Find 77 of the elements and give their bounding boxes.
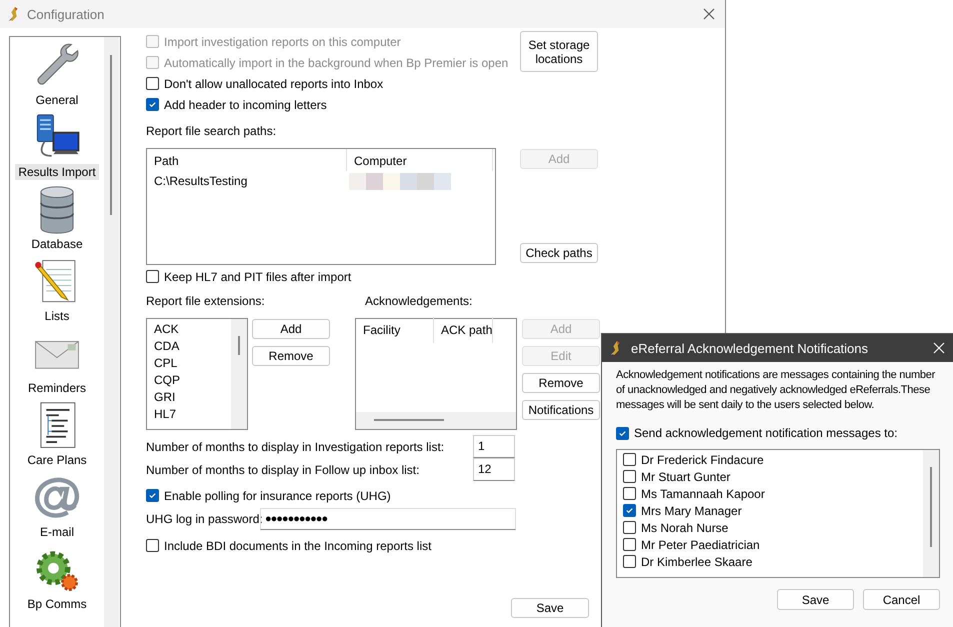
acknowledgement-button[interactable]: Notifications — [522, 400, 600, 420]
sidebar-item[interactable]: Care Plans — [24, 452, 90, 468]
list-item[interactable]: CPL — [154, 355, 231, 372]
password-field[interactable]: ●●●●●●●●●●● — [260, 508, 516, 530]
user-name: Dr Kimberlee Skaare — [641, 554, 752, 568]
checkbox[interactable] — [146, 489, 159, 502]
checkbox-label: Send acknowledgement notification messages to: — [634, 426, 898, 440]
list-item[interactable]: GRI — [154, 389, 231, 406]
checkbox[interactable] — [146, 270, 159, 283]
checkmark-icon — [618, 428, 627, 438]
paths-button[interactable]: Check paths — [520, 243, 598, 263]
checkbox-label: Import investigation reports on this computer — [164, 34, 401, 48]
checkbox-label: Don't allow unallocated reports into Inbox — [164, 76, 384, 90]
input-field[interactable]: 12 — [473, 458, 515, 481]
checkbox-label: Enable polling for insurance reports (UHG) — [164, 488, 391, 502]
dialog-title: eReferral Acknowledgement Notifications — [631, 340, 868, 356]
field-label: Number of months to display in Follow up inbox list: — [146, 462, 420, 476]
column-header[interactable]: ACK path — [434, 317, 494, 343]
checkbox[interactable] — [146, 98, 159, 111]
user-name: Dr Frederick Findacure — [641, 452, 764, 466]
column-header[interactable]: Computer — [347, 149, 493, 171]
checkbox-label: Include BDI documents in the Incoming reports list — [164, 538, 432, 552]
user-name: Ms Tamannaah Kapoor — [641, 486, 765, 500]
section-label: Report file extensions: — [146, 294, 266, 309]
description-text: Acknowledgement notifications are messages containing the number of unacknowledged and negatively acknowledged eReferrals.These messages will be sent daily to the users selected below. — [616, 368, 936, 413]
scrollbar[interactable] — [356, 412, 516, 429]
table-cell-text: C:\ResultsTesting — [153, 174, 248, 188]
checkbox[interactable] — [623, 470, 636, 483]
window-title: Configuration — [27, 6, 104, 22]
checkbox[interactable] — [616, 426, 629, 440]
list-item[interactable]: CDA — [154, 338, 231, 355]
dialog-button[interactable]: Cancel — [863, 589, 940, 610]
checkbox-label: Keep HL7 and PIT files after import — [164, 270, 352, 284]
scrollbar[interactable] — [923, 450, 939, 577]
checkbox[interactable] — [146, 77, 159, 90]
user-name: Mr Stuart Gunter — [641, 470, 730, 484]
user-name: Ms Norah Nurse — [641, 520, 728, 534]
checkbox-label: Automatically import in the background when Bp Premier is open — [164, 56, 508, 70]
save-button[interactable]: Save — [511, 598, 589, 618]
sidebar-item[interactable]: Results Import — [15, 164, 99, 180]
extension-button[interactable]: Add — [252, 319, 330, 339]
user-name: Mrs Mary Manager — [641, 504, 742, 518]
sidebar-item[interactable]: Bp Comms — [24, 596, 90, 612]
list-item[interactable]: ACK — [154, 321, 231, 338]
acknowledgement-button[interactable]: Remove — [522, 373, 600, 393]
section-label: Acknowledgements: — [365, 294, 472, 309]
input-field[interactable]: 1 — [473, 435, 515, 458]
scrollbar[interactable] — [231, 319, 247, 429]
checkbox[interactable] — [623, 521, 636, 534]
dialog-button[interactable]: Save — [777, 589, 854, 610]
close-icon[interactable] — [703, 8, 715, 20]
list-item[interactable]: CQP — [154, 372, 231, 389]
extension-button[interactable]: Remove — [252, 346, 330, 366]
checkmark-icon — [148, 491, 157, 500]
column-header[interactable]: Facility — [356, 317, 434, 343]
checkbox[interactable] — [623, 538, 636, 551]
scrollbar[interactable] — [104, 37, 119, 627]
checkbox[interactable] — [623, 453, 636, 466]
checkbox[interactable] — [623, 487, 636, 500]
checkbox[interactable] — [623, 504, 636, 517]
field-label: UHG log in password: — [146, 512, 260, 526]
set-storage-button[interactable]: Set storage locations — [520, 31, 598, 72]
user-name: Mr Peter Paediatrician — [641, 538, 760, 552]
sidebar-item[interactable]: Lists — [42, 308, 72, 324]
column-header[interactable]: Path — [147, 149, 347, 171]
checkbox[interactable] — [623, 555, 636, 568]
checkmark-icon — [625, 506, 634, 515]
checkmark-icon — [148, 100, 157, 109]
sidebar-item[interactable]: Reminders — [24, 380, 90, 396]
checkbox[interactable] — [146, 539, 159, 552]
checkbox-label: Add header to incoming letters — [164, 98, 327, 112]
list-item[interactable]: HL7 — [154, 406, 231, 423]
sidebar-item[interactable]: E-mail — [36, 524, 77, 540]
sidebar-item[interactable]: Database — [28, 236, 86, 252]
section-label: Report file search paths: — [146, 123, 278, 139]
field-label: Number of months to display in Investigation reports list: — [146, 440, 444, 454]
sidebar-item[interactable]: General — [32, 92, 82, 108]
